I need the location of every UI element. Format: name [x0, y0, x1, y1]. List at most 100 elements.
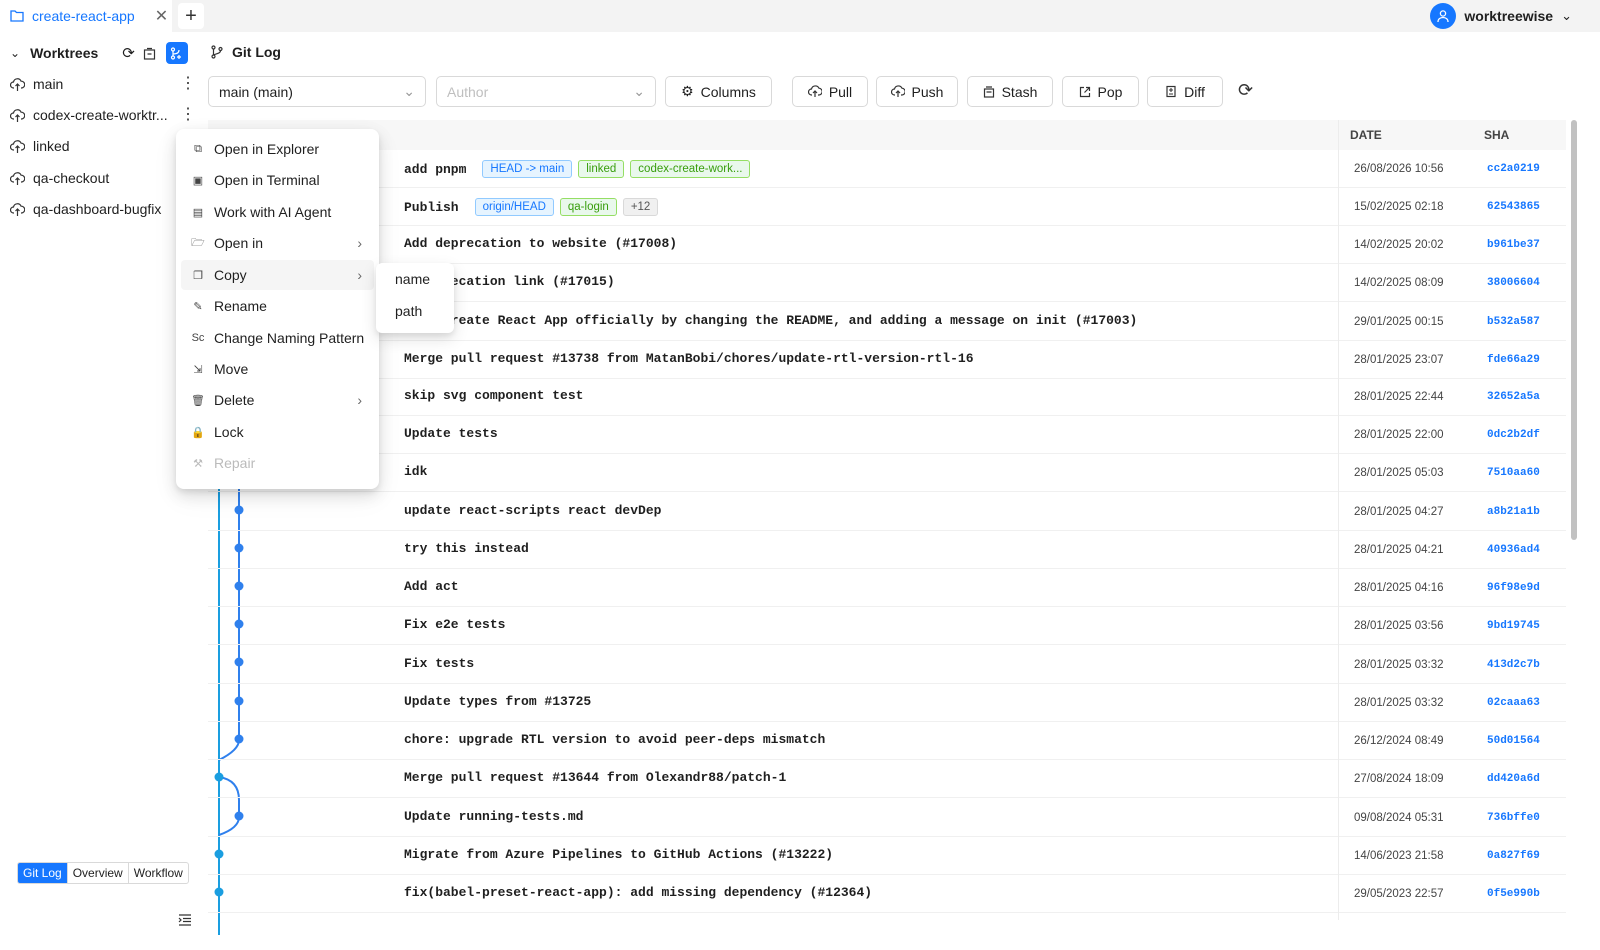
branch-select[interactable]: main (main) ⌄: [208, 76, 426, 107]
table-row[interactable]: Fix tests 28/01/2025 03:32 413d2c7b: [208, 646, 1566, 684]
table-row[interactable]: try this instead 28/01/2025 04:21 40936ad4: [208, 531, 1566, 569]
user-menu[interactable]: worktreewise ⌄: [1430, 3, 1572, 29]
kebab-menu-icon[interactable]: ⋮: [180, 104, 196, 124]
commit-date: 14/06/2023 21:58: [1354, 850, 1444, 862]
commit-message: Add act: [404, 579, 459, 594]
commit-sha-link[interactable]: 50d01564: [1487, 735, 1540, 747]
push-button[interactable]: Push: [876, 76, 958, 107]
archive-icon[interactable]: [143, 47, 156, 60]
commit-sha-link[interactable]: a8b21a1b: [1487, 506, 1540, 518]
ref-badge[interactable]: HEAD -> main: [482, 160, 573, 178]
table-row[interactable]: update react-scripts react devDep 28/01/2…: [208, 493, 1566, 531]
user-avatar-icon: [1430, 3, 1457, 29]
menu-item-copy[interactable]: ❐ Copy ›: [181, 260, 374, 290]
commit-sha-link[interactable]: 0dc2b2df: [1487, 429, 1540, 441]
commit-date: 27/08/2024 18:09: [1354, 773, 1444, 785]
commit-sha-link[interactable]: 02caaa63: [1487, 697, 1540, 709]
commit-sha-link[interactable]: 736bffe0: [1487, 812, 1540, 824]
commit-date: 28/01/2025 03:56: [1354, 620, 1444, 632]
table-row[interactable]: chore: upgrade RTL version to avoid peer…: [208, 722, 1566, 760]
menu-item-lock[interactable]: 🔒 Lock: [181, 417, 374, 447]
new-tab-button[interactable]: +: [178, 3, 204, 29]
worktree-item-qa-checkout[interactable]: qa-checkout: [10, 165, 190, 191]
tab-workflow[interactable]: Workflow: [129, 863, 188, 883]
diff-button[interactable]: Diff: [1147, 76, 1223, 107]
menu-item-open-in-terminal[interactable]: ▣ Open in Terminal: [181, 165, 374, 195]
commit-sha-link[interactable]: b532a587: [1487, 316, 1540, 328]
commit-message-text: Add deprecation to website (#17008): [404, 236, 678, 251]
commit-sha-link[interactable]: 9bd19745: [1487, 620, 1540, 632]
table-row[interactable]: Update types from #13725 28/01/2025 03:32…: [208, 684, 1566, 722]
commit-date: 28/01/2025 04:16: [1354, 582, 1444, 594]
ref-badge[interactable]: linked: [578, 160, 625, 178]
table-row[interactable]: fix(babel-preset-react-app): add missing…: [208, 875, 1566, 913]
table-row[interactable]: Fix e2e tests 28/01/2025 03:56 9bd19745: [208, 607, 1566, 645]
ref-badge[interactable]: origin/HEAD: [474, 198, 554, 216]
commit-sha-link[interactable]: 38006604: [1487, 277, 1540, 289]
table-row[interactable]: Merge pull request #13738 from MatanBobi…: [208, 341, 1566, 379]
menu-item-rename[interactable]: ✎ Rename: [181, 291, 374, 321]
collapse-chevron-icon[interactable]: ⌄: [10, 46, 20, 60]
table-row[interactable]: Add deprecation to website (#17008) 14/02…: [208, 226, 1566, 264]
menu-item-work-with-ai-agent[interactable]: ▤ Work with AI Agent: [181, 197, 374, 227]
worktree-item-main[interactable]: main: [10, 71, 190, 97]
commit-sha-link[interactable]: 32652a5a: [1487, 391, 1540, 403]
column-header-sha[interactable]: SHA: [1484, 128, 1509, 142]
table-row[interactable]: Migrate from Azure Pipelines to GitHub A…: [208, 837, 1566, 875]
author-select[interactable]: Author ⌄: [436, 76, 656, 107]
commit-sha-link[interactable]: 40936ad4: [1487, 544, 1540, 556]
menu-item-repair[interactable]: ⚒ Repair: [181, 448, 374, 478]
refresh-icon[interactable]: ⟳: [1238, 80, 1253, 101]
table-row[interactable]: skip svg component test 28/01/2025 22:44 3…: [208, 378, 1566, 416]
worktree-item-codex[interactable]: codex-create-worktr...: [10, 102, 190, 128]
commit-sha-link[interactable]: b961be37: [1487, 239, 1540, 251]
copy-path-item[interactable]: path: [376, 295, 454, 327]
ref-badge[interactable]: qa-login: [559, 198, 617, 216]
commit-sha-link[interactable]: 0f5e990b: [1487, 888, 1540, 900]
copy-name-item[interactable]: name: [376, 263, 454, 295]
ref-badge[interactable]: codex-create-work...: [630, 160, 751, 178]
table-row[interactable]: add pnpm HEAD -> main linked codex-create-w…: [208, 150, 1566, 188]
table-scrollbar[interactable]: [1571, 120, 1577, 540]
refresh-icon[interactable]: ⟳: [122, 44, 135, 62]
table-row[interactable]: Merge pull request #13644 from Olexandr8…: [208, 760, 1566, 798]
menu-item-label: Lock: [214, 424, 244, 440]
menu-item-move[interactable]: ⇲ Move: [181, 354, 374, 384]
commit-sha-link[interactable]: 413d2c7b: [1487, 659, 1540, 671]
menu-item-open-in-explorer[interactable]: ⧉ Open in Explorer: [181, 134, 374, 164]
commit-sha-link[interactable]: cc2a0219: [1487, 163, 1540, 175]
table-row[interactable]: Publish origin/HEAD qa-login +12 15/02/2025 …: [208, 188, 1566, 226]
copy-icon: ❐: [193, 269, 203, 282]
pull-button[interactable]: Pull: [792, 76, 868, 107]
commit-sha-link[interactable]: 96f98e9d: [1487, 582, 1540, 594]
ref-badge[interactable]: +12: [622, 198, 659, 216]
workspace-tab[interactable]: create-react-app ✕: [0, 0, 172, 32]
table-row[interactable]: Add act 28/01/2025 04:16 96f98e9d: [208, 569, 1566, 607]
menu-item-change-naming-pattern[interactable]: Sc Change Naming Pattern: [181, 323, 374, 353]
close-tab-icon[interactable]: ✕: [155, 6, 168, 26]
worktree-item-linked[interactable]: linked: [10, 133, 190, 159]
commit-sha-link[interactable]: fde66a29: [1487, 354, 1540, 366]
menu-item-open-in[interactable]: 🗁 Open in ›: [181, 228, 374, 258]
pop-button[interactable]: Pop: [1062, 76, 1139, 107]
table-row[interactable]: idk 28/01/2025 05:03 7510aa60: [208, 454, 1566, 492]
menu-item-delete[interactable]: 🗑 Delete ›: [181, 385, 374, 415]
cloud-upload-icon: [890, 85, 905, 97]
chevron-right-icon: ›: [357, 267, 362, 283]
tab-overview[interactable]: Overview: [68, 863, 129, 883]
commit-sha-link[interactable]: 62543865: [1487, 201, 1540, 213]
column-header-date[interactable]: DATE: [1350, 128, 1382, 142]
kebab-menu-icon[interactable]: ⋮: [180, 73, 196, 93]
stash-button[interactable]: Stash: [967, 76, 1053, 107]
table-row[interactable]: Update running-tests.md 09/08/2024 05:31 7…: [208, 799, 1566, 837]
columns-button[interactable]: ⚙ Columns: [665, 76, 772, 107]
commit-sha-link[interactable]: 7510aa60: [1487, 467, 1540, 479]
commit-sha-link[interactable]: dd420a6d: [1487, 773, 1540, 785]
table-row[interactable]: Update tests 28/01/2025 22:00 0dc2b2df: [208, 416, 1566, 454]
add-worktree-button[interactable]: [165, 42, 188, 64]
worktree-item-qa-dashboard-bugfix[interactable]: qa-dashboard-bugfix: [10, 196, 190, 222]
commit-message-text: Fix tests: [404, 656, 475, 671]
tab-git-log[interactable]: Git Log: [18, 863, 68, 883]
collapse-sidebar-icon[interactable]: [178, 914, 192, 926]
commit-sha-link[interactable]: 0a827f69: [1487, 850, 1540, 862]
